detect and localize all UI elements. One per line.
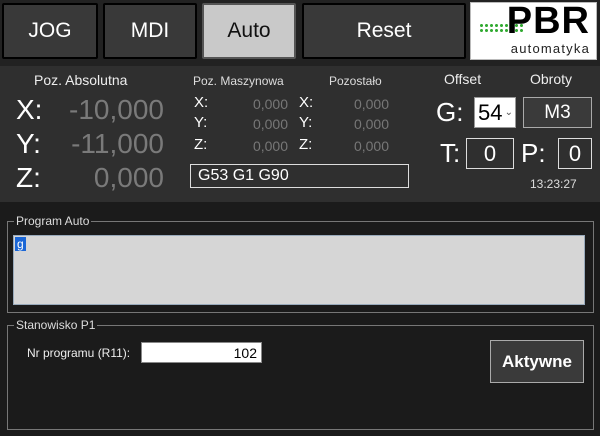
program-editor[interactable]: g xyxy=(13,235,585,305)
position-panel: Poz. Absolutna X: -10,000 Y: -11,000 Z: … xyxy=(0,66,600,202)
absolute-x-value: -10,000 xyxy=(69,94,164,125)
absolute-header: Poz. Absolutna xyxy=(34,72,128,88)
machine-header: Poz. Maszynowa xyxy=(193,74,284,88)
param-value: 0 xyxy=(558,138,592,169)
spindle-m3-button[interactable]: M3 xyxy=(523,97,592,128)
machine-x-label: X: xyxy=(194,94,209,111)
reset-button[interactable]: Reset xyxy=(302,3,466,59)
pbr-logo: PBR automatyka xyxy=(470,0,597,60)
remaining-z-label: Z: xyxy=(299,136,313,153)
machine-z-label: Z: xyxy=(194,136,208,153)
offset-select-value: 54 xyxy=(478,100,503,125)
program-number-label: Nr programu (R11): xyxy=(27,346,131,360)
offset-header: Offset xyxy=(444,71,482,87)
machine-x-value: 0,000 xyxy=(252,96,288,112)
offset-select[interactable]: 54 ⌄ xyxy=(474,97,516,128)
clock: 13:23:27 xyxy=(530,177,577,191)
activate-button[interactable]: Aktywne xyxy=(490,340,584,383)
absolute-y-value: -11,000 xyxy=(71,128,164,159)
program-text: g xyxy=(15,237,26,251)
absolute-y-label: Y: xyxy=(16,128,41,159)
absolute-z-label: Z: xyxy=(16,162,41,193)
modal-gcode-display: G53 G1 G90 xyxy=(190,164,409,188)
machine-y-value: 0,000 xyxy=(252,116,288,132)
station-title: Stanowisko P1 xyxy=(14,318,98,332)
tool-value: 0 xyxy=(466,138,514,169)
remaining-x-label: X: xyxy=(299,94,314,111)
program-auto-title: Program Auto xyxy=(14,214,92,228)
param-p-label: P: xyxy=(521,138,546,168)
tool-t-label: T: xyxy=(440,138,461,168)
machine-y-label: Y: xyxy=(194,114,208,131)
logo-subtitle: automatyka xyxy=(510,41,590,56)
chevron-down-icon: ⌄ xyxy=(504,107,513,118)
offset-g-label: G: xyxy=(436,97,464,127)
remaining-y-value: 0,000 xyxy=(353,116,389,132)
mdi-button[interactable]: MDI xyxy=(103,3,197,59)
absolute-z-value: 0,000 xyxy=(93,162,164,193)
auto-button[interactable]: Auto xyxy=(202,3,296,59)
program-auto-group: Program Auto g xyxy=(7,214,594,313)
logo-brand: PBR xyxy=(506,0,590,42)
remaining-x-value: 0,000 xyxy=(353,96,389,112)
mode-toolbar: JOG MDI Auto Reset PBR automatyka xyxy=(0,0,600,66)
spindle-header: Obroty xyxy=(530,71,573,87)
jog-button[interactable]: JOG xyxy=(2,3,98,59)
remaining-y-label: Y: xyxy=(299,114,313,131)
remaining-header: Pozostało xyxy=(329,74,382,88)
absolute-x-label: X: xyxy=(16,94,43,125)
program-number-input[interactable]: 102 xyxy=(141,342,262,363)
machine-z-value: 0,000 xyxy=(252,138,288,154)
remaining-z-value: 0,000 xyxy=(353,138,389,154)
